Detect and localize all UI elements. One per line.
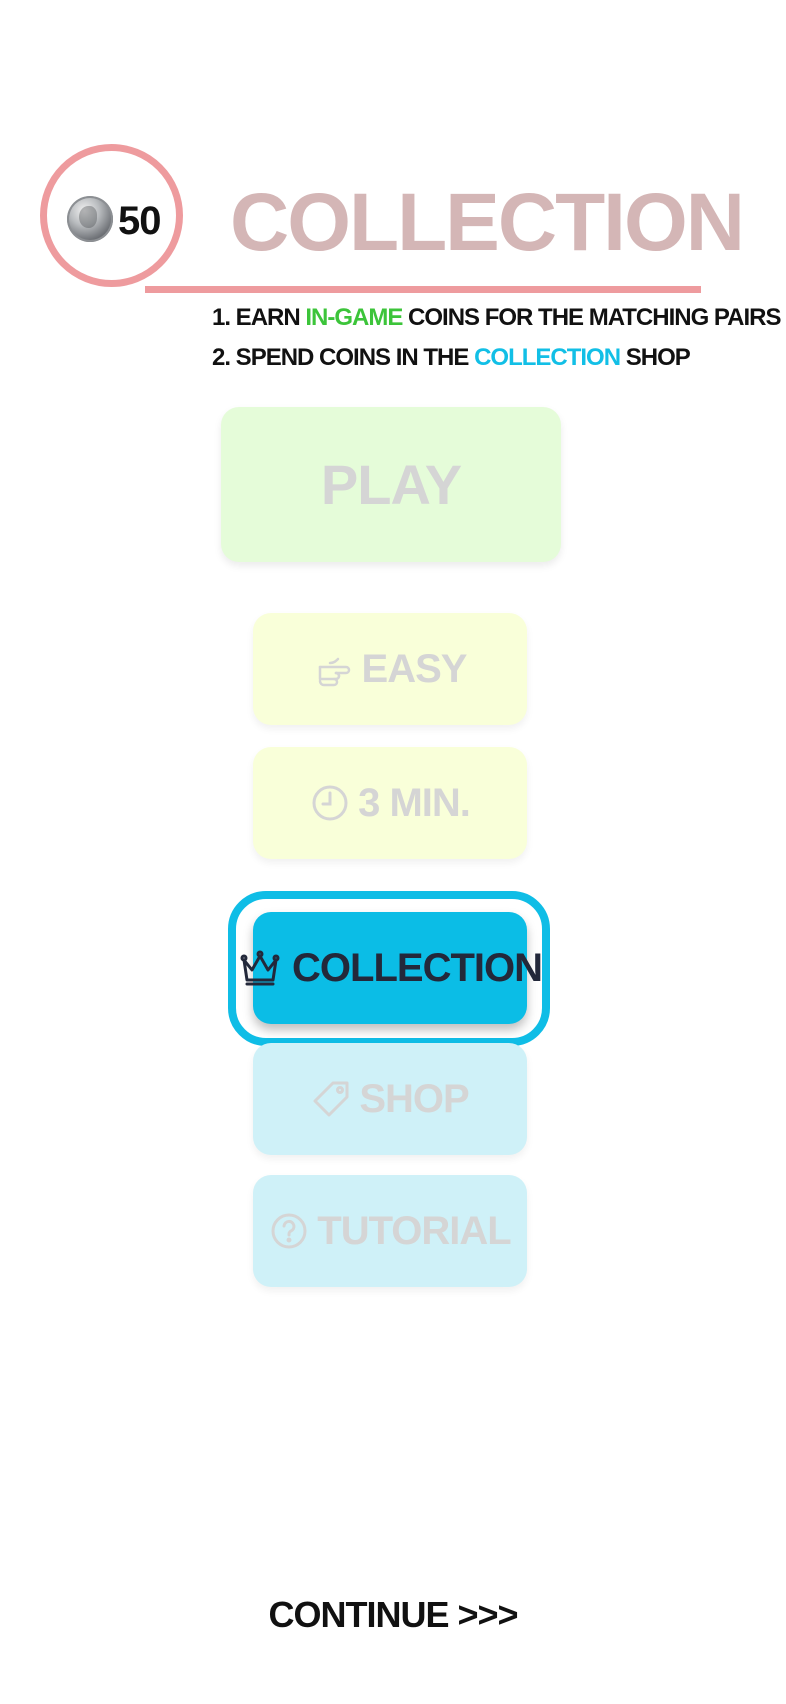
title-underline [145, 286, 701, 293]
instruction-1-highlight: IN-GAME [305, 304, 403, 331]
instruction-line-1: 1. EARN IN-GAME COINS FOR THE MATCHING P… [212, 303, 781, 333]
silver-coin-icon [67, 196, 113, 242]
shop-button-label: SHOP [359, 1077, 469, 1121]
instruction-2-highlight: COLLECTION [474, 344, 621, 371]
pointing-hand-icon [314, 649, 354, 689]
coin-count: 50 [118, 199, 161, 243]
collection-button[interactable]: COLLECTION [240, 912, 543, 1024]
difficulty-button[interactable]: EASY [253, 613, 527, 725]
crown-icon [238, 946, 282, 990]
continue-link[interactable]: CONTINUE >>> [0, 1593, 786, 1637]
collection-button-label: COLLECTION [292, 946, 543, 990]
instruction-2-prefix: 2. SPEND COINS IN THE [212, 344, 475, 371]
play-button[interactable]: PLAY [221, 407, 561, 562]
shop-button[interactable]: SHOP [253, 1043, 527, 1155]
tutorial-button-label: TUTORIAL [317, 1209, 511, 1253]
tag-icon [311, 1079, 351, 1119]
time-limit-button[interactable]: 3 MIN. [253, 747, 527, 859]
clock-icon [310, 783, 350, 823]
tutorial-button[interactable]: TUTORIAL [253, 1175, 527, 1287]
instruction-line-2: 2. SPEND COINS IN THE COLLECTION SHOP [212, 343, 691, 373]
question-circle-icon [269, 1211, 309, 1251]
instruction-2-suffix: SHOP [620, 344, 691, 371]
instruction-1-prefix: 1. EARN [212, 304, 306, 331]
page-title: COLLECTION [230, 177, 745, 268]
play-button-label: PLAY [320, 452, 462, 516]
instruction-1-suffix: COINS FOR THE MATCHING PAIRS [402, 304, 781, 331]
time-limit-label: 3 MIN. [358, 781, 471, 825]
difficulty-label: EASY [361, 647, 468, 691]
